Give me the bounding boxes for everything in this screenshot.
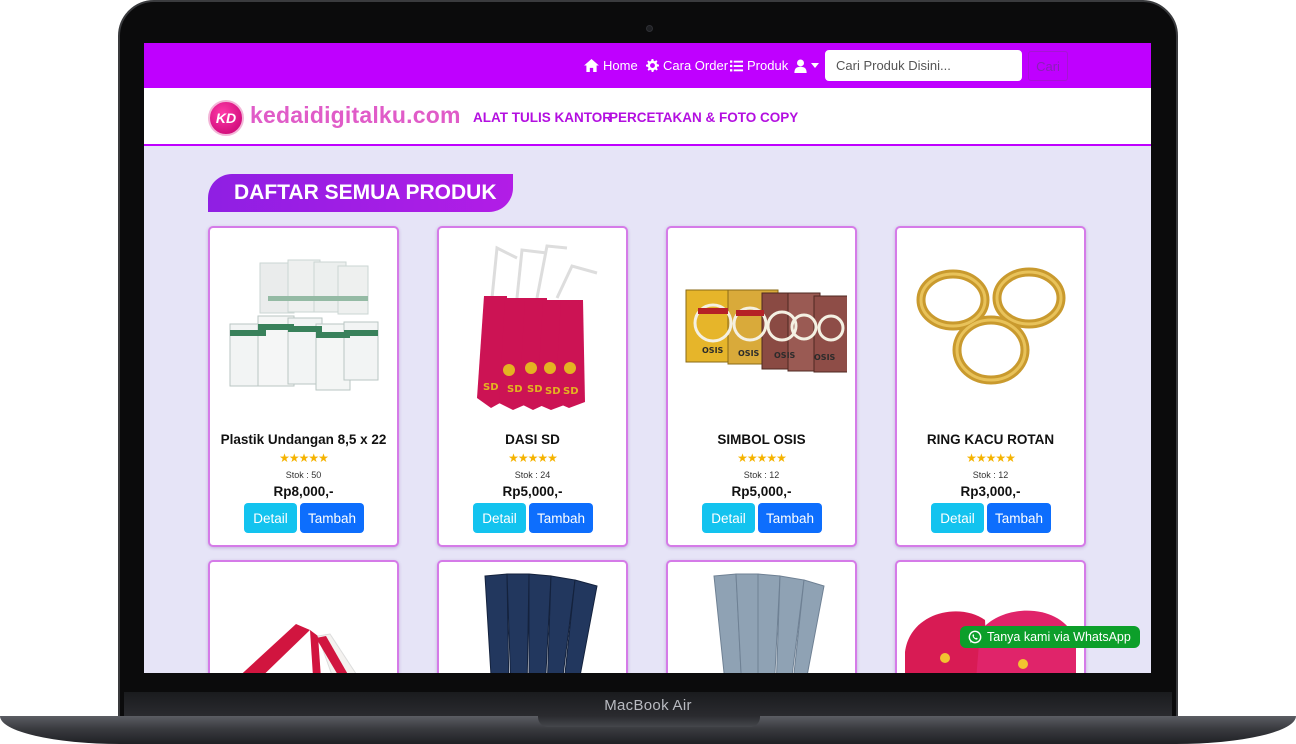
stock-text: Stok : 12 [743, 470, 780, 480]
product-name[interactable]: DASI SD [439, 432, 626, 447]
whatsapp-label: Tanya kami via WhatsApp [987, 630, 1131, 644]
product-card: Plastik Undangan 8,5 x 22 ★★★★★ Stok : 5… [208, 226, 399, 547]
stock-text: Stok : 50 [285, 470, 322, 480]
nav-produk[interactable]: Produk [730, 43, 788, 88]
svg-text:OSIS: OSIS [702, 346, 724, 355]
add-to-cart-button[interactable]: Tambah [529, 503, 593, 533]
nav-cara-order[interactable]: Cara Order [646, 43, 728, 88]
product-image-flag[interactable] [218, 572, 389, 673]
product-image-navy-ties[interactable] [447, 572, 618, 673]
site-logo[interactable]: KD [208, 100, 244, 136]
svg-text:SD: SD [545, 386, 561, 397]
rating-stars: ★★★★★ [737, 451, 787, 465]
brand-navbar: KD kedaidigitalku.com ALAT TULIS KANTOR … [144, 88, 1151, 146]
home-icon [584, 59, 599, 72]
product-card [208, 560, 399, 673]
product-name[interactable]: Plastik Undangan 8,5 x 22 [210, 432, 397, 447]
category-link-alat-tulis[interactable]: ALAT TULIS KANTOR [473, 110, 612, 125]
svg-text:SD: SD [507, 384, 523, 395]
svg-text:OSIS: OSIS [814, 353, 836, 362]
browser-screen: Home Cara Order Produk Cari KD kedaid [144, 43, 1151, 673]
gear-icon [646, 59, 659, 72]
detail-button[interactable]: Detail [931, 503, 984, 533]
nav-cara-order-label: Cara Order [663, 58, 729, 73]
product-image-rattan-rings[interactable] [905, 238, 1076, 418]
price-text: Rp8,000,- [273, 484, 334, 499]
product-image-grey-ties[interactable] [676, 572, 847, 673]
search-input[interactable] [825, 50, 1022, 81]
product-image-red-ties[interactable]: SD SD SD SD SD [447, 238, 618, 418]
category-link-percetakan[interactable]: PERCETAKAN & FOTO COPY [609, 110, 798, 125]
price-text: Rp5,000,- [502, 484, 563, 499]
webcam [646, 25, 653, 32]
product-card: RING KACU ROTAN ★★★★★ Stok : 12 Rp3,000,… [895, 226, 1086, 547]
product-card: OSIS OSIS OSIS OSIS SIMBOL OSIS ★★★★★ Stok … [666, 226, 857, 547]
product-image-osis-badges[interactable]: OSIS OSIS OSIS OSIS [676, 238, 847, 418]
stock-text: Stok : 24 [514, 470, 551, 480]
product-name[interactable]: SIMBOL OSIS [668, 432, 855, 447]
user-icon [794, 58, 807, 73]
detail-button[interactable]: Detail [702, 503, 755, 533]
list-icon [730, 59, 743, 71]
product-image-plastic-sleeves[interactable] [218, 238, 389, 418]
product-card [437, 560, 628, 673]
product-card [895, 560, 1086, 673]
user-menu[interactable] [794, 43, 819, 88]
caret-down-icon [811, 63, 819, 68]
search-button[interactable]: Cari [1028, 51, 1068, 81]
device-brand-label: MacBook Air [604, 697, 692, 714]
logo-initials: KD [215, 110, 237, 126]
product-image-red-caps[interactable] [905, 572, 1076, 673]
rating-stars: ★★★★★ [966, 451, 1016, 465]
detail-button[interactable]: Detail [473, 503, 526, 533]
rating-stars: ★★★★★ [279, 451, 329, 465]
section-title: DAFTAR SEMUA PRODUK [208, 174, 513, 212]
svg-text:SD: SD [563, 386, 579, 397]
nav-home-label: Home [603, 58, 638, 73]
product-card: SD SD SD SD SD DASI SD ★★★★★ Stok : 24 Rp5,0… [437, 226, 628, 547]
product-name[interactable]: RING KACU ROTAN [897, 432, 1084, 447]
whatsapp-icon [968, 630, 982, 644]
detail-button[interactable]: Detail [244, 503, 297, 533]
svg-text:SD: SD [483, 382, 499, 393]
laptop-notch [538, 716, 760, 727]
price-text: Rp3,000,- [960, 484, 1021, 499]
rating-stars: ★★★★★ [508, 451, 558, 465]
site-name[interactable]: kedaidigitalku.com [250, 102, 461, 129]
price-text: Rp5,000,- [731, 484, 792, 499]
add-to-cart-button[interactable]: Tambah [987, 503, 1051, 533]
svg-text:SD: SD [527, 384, 543, 395]
product-card [666, 560, 857, 673]
nav-produk-label: Produk [747, 58, 789, 73]
svg-text:OSIS: OSIS [738, 349, 760, 358]
nav-home[interactable]: Home [584, 43, 638, 88]
stock-text: Stok : 12 [972, 470, 1009, 480]
whatsapp-chat-button[interactable]: Tanya kami via WhatsApp [960, 626, 1140, 648]
top-navbar: Home Cara Order Produk Cari [144, 43, 1151, 88]
add-to-cart-button[interactable]: Tambah [300, 503, 364, 533]
add-to-cart-button[interactable]: Tambah [758, 503, 822, 533]
svg-text:OSIS: OSIS [774, 351, 796, 360]
